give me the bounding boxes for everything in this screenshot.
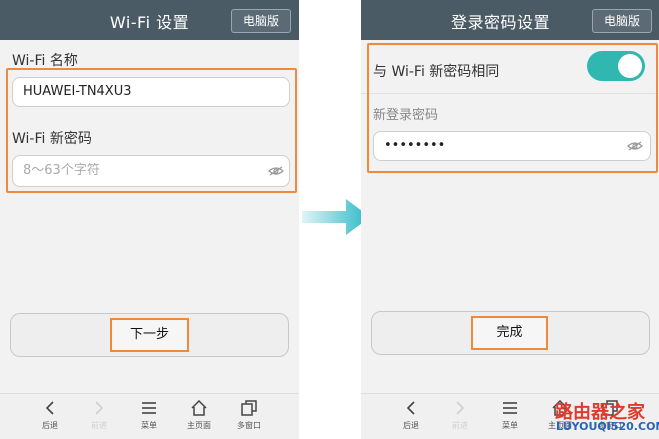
back-label: 后退	[42, 421, 58, 430]
watermark-url: LUYOUQI520.COM	[556, 420, 659, 433]
forward-label: 前进	[452, 421, 468, 430]
menu-label: 菜单	[502, 421, 518, 430]
back-button[interactable]: 后退	[25, 400, 75, 431]
home-label: 主页面	[187, 421, 211, 430]
finish-button-label[interactable]: 完成	[471, 316, 548, 350]
multi-window-button[interactable]: 多窗口	[224, 400, 274, 431]
desktop-version-button[interactable]: 电脑版	[231, 9, 291, 33]
menu-icon	[503, 402, 517, 414]
highlight-box	[367, 43, 658, 173]
chevron-left-icon	[45, 401, 54, 415]
desktop-version-button[interactable]: 电脑版	[592, 9, 652, 33]
menu-button[interactable]: 菜单	[485, 400, 535, 431]
chevron-right-icon	[456, 401, 465, 415]
title-bar: Wi-Fi 设置 电脑版	[0, 0, 299, 40]
forward-button[interactable]: 前进	[74, 400, 124, 431]
next-button-label[interactable]: 下一步	[110, 318, 189, 352]
browser-bottom-bar: 后退 前进 菜单 主页面 多窗口	[0, 393, 299, 439]
back-label: 后退	[403, 421, 419, 430]
back-button[interactable]: 后退	[386, 400, 436, 431]
highlight-box	[6, 68, 297, 193]
menu-icon	[142, 402, 156, 414]
forward-button[interactable]: 前进	[435, 400, 485, 431]
multi-window-label: 多窗口	[237, 421, 261, 430]
login-password-screen: 登录密码设置 电脑版 与 Wi-Fi 新密码相同 新登录密码 •••••••• …	[361, 0, 659, 439]
home-icon	[191, 400, 207, 416]
home-button[interactable]: 主页面	[174, 400, 224, 431]
forward-label: 前进	[91, 421, 107, 430]
title-bar: 登录密码设置 电脑版	[361, 0, 659, 40]
wifi-settings-screen: Wi-Fi 设置 电脑版 Wi-Fi 名称 HUAWEI-TN4XU3 Wi-F…	[0, 0, 299, 439]
chevron-left-icon	[406, 401, 415, 415]
wifi-name-label: Wi-Fi 名称	[12, 53, 78, 69]
chevron-right-icon	[95, 401, 104, 415]
menu-button[interactable]: 菜单	[124, 400, 174, 431]
windows-icon	[241, 400, 257, 416]
menu-label: 菜单	[141, 421, 157, 430]
